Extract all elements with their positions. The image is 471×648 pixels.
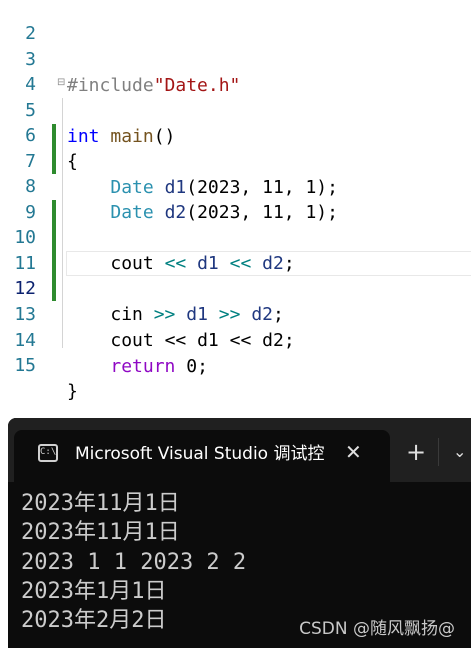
code-line: 13 cout << d1 << d2; bbox=[0, 276, 471, 351]
code-line: 15 } bbox=[0, 327, 471, 402]
code-editor[interactable]: ⊟ 2 3 #include"Date.h" 4 5 int main() 6 … bbox=[0, 0, 471, 412]
code-line: 14 return 0; bbox=[0, 302, 471, 377]
new-tab-button[interactable]: + bbox=[406, 440, 426, 464]
tab-title: Microsoft Visual Studio 调试控制台 bbox=[75, 444, 325, 464]
watermark: CSDN @随风飘扬@ bbox=[299, 619, 455, 639]
code-line: 8 Date d2(2023, 11, 1); bbox=[0, 148, 471, 223]
code-line: 5 int main() bbox=[0, 72, 471, 147]
close-brace: } bbox=[67, 381, 78, 402]
debug-console-window[interactable]: C:\ Microsoft Visual Studio 调试控制台 ✕ + ⌄ … bbox=[8, 418, 471, 648]
console-output-line: 2023年1月1日 bbox=[21, 579, 167, 604]
terminal-tab-bar: C:\ Microsoft Visual Studio 调试控制台 ✕ + ⌄ bbox=[8, 418, 471, 482]
return-value: 0; bbox=[175, 356, 208, 377]
code-line: 11 bbox=[0, 225, 471, 274]
code-line: 7 Date d1(2023, 11, 1); bbox=[0, 123, 471, 198]
code-line: 2 bbox=[0, 0, 471, 44]
line-number: 15 bbox=[14, 355, 36, 376]
code-line: 9 bbox=[0, 174, 471, 223]
console-icon: C:\ bbox=[38, 444, 58, 462]
console-output-line: 2023年11月1日 bbox=[21, 491, 180, 516]
console-output-line: 2023年11月1日 bbox=[21, 520, 180, 545]
code-line: 12 cin >> d1 >> d2; bbox=[0, 250, 471, 325]
return-keyword: return bbox=[110, 356, 176, 377]
close-icon[interactable]: ✕ bbox=[345, 440, 362, 464]
code-line: 3 #include"Date.h" bbox=[0, 21, 471, 96]
code-line: 4 bbox=[0, 46, 471, 95]
code-line: 10 cout << d1 << d2; bbox=[0, 199, 471, 274]
terminal-tab[interactable]: C:\ Microsoft Visual Studio 调试控制台 ✕ bbox=[14, 430, 390, 482]
tab-separator bbox=[438, 438, 439, 466]
console-output-line: 2023 1 1 2023 2 2 bbox=[21, 550, 247, 575]
console-output-line: 2023年2月2日 bbox=[21, 608, 167, 633]
code-text: return 0; bbox=[67, 354, 208, 380]
code-line: 6 { bbox=[0, 97, 471, 172]
chevron-down-icon[interactable]: ⌄ bbox=[453, 440, 466, 464]
